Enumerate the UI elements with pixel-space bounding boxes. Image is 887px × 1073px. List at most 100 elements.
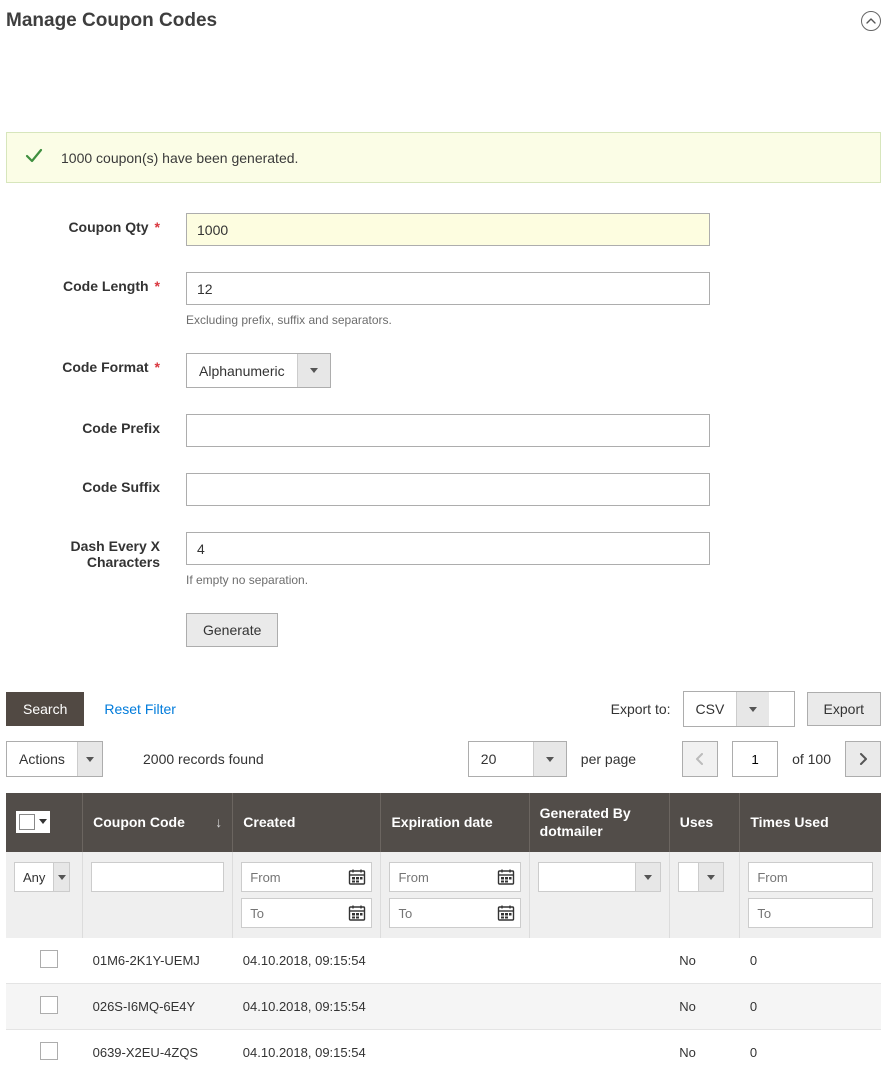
- table-row[interactable]: 026S-I6MQ-6E4Y 04.10.2018, 09:15:54 No 0: [6, 984, 881, 1030]
- collapse-section-button[interactable]: [861, 11, 881, 31]
- code-format-dropdown-button[interactable]: [297, 354, 330, 387]
- filter-uses-value: [679, 863, 698, 891]
- row-checkbox[interactable]: [40, 996, 58, 1014]
- actions-select[interactable]: Actions: [6, 741, 103, 777]
- calendar-icon[interactable]: [348, 904, 366, 922]
- cell-expiration: [381, 1030, 529, 1073]
- cell-times-used: 0: [740, 1030, 881, 1073]
- code-length-input[interactable]: [186, 272, 710, 305]
- total-pages-label: of 100: [792, 751, 831, 767]
- code-prefix-label: Code Prefix: [6, 414, 160, 436]
- col-header-coupon-code[interactable]: Coupon Code↓: [83, 793, 233, 852]
- cell-uses: No: [669, 984, 740, 1030]
- export-to-label: Export to:: [611, 701, 671, 717]
- col-header-generated-by[interactable]: Generated By dotmailer: [529, 793, 669, 852]
- cell-generated-by: [529, 938, 669, 984]
- filter-generatedby-select[interactable]: [538, 862, 661, 892]
- chevron-down-icon: [58, 875, 66, 880]
- calendar-icon[interactable]: [348, 868, 366, 886]
- chevron-down-icon: [310, 368, 318, 373]
- export-button[interactable]: Export: [807, 692, 881, 726]
- row-checkbox[interactable]: [40, 1042, 58, 1060]
- row-checkbox[interactable]: [40, 950, 58, 968]
- dash-every-helper: If empty no separation.: [186, 573, 710, 587]
- code-format-select[interactable]: Alphanumeric: [186, 353, 331, 388]
- chevron-down-icon: [749, 707, 757, 712]
- cell-generated-by: [529, 1030, 669, 1073]
- cell-code: 0639-X2EU-4ZQS: [83, 1030, 233, 1073]
- cell-created: 04.10.2018, 09:15:54: [233, 938, 381, 984]
- dash-every-input[interactable]: [186, 532, 710, 565]
- code-format-label: Code Format*: [6, 353, 160, 375]
- cell-generated-by: [529, 984, 669, 1030]
- chevron-down-icon: [546, 757, 554, 762]
- chevron-right-icon: [858, 753, 868, 765]
- search-button[interactable]: Search: [6, 692, 84, 726]
- cell-created: 04.10.2018, 09:15:54: [233, 984, 381, 1030]
- per-page-value: 20: [469, 742, 533, 776]
- cell-times-used: 0: [740, 984, 881, 1030]
- reset-filter-link[interactable]: Reset Filter: [104, 701, 176, 717]
- code-format-value: Alphanumeric: [187, 354, 297, 387]
- filter-timesused-from[interactable]: [748, 862, 873, 892]
- col-header-expiration[interactable]: Expiration date: [381, 793, 529, 852]
- filter-any-dropdown-button[interactable]: [53, 863, 69, 891]
- per-page-select[interactable]: 20: [468, 741, 567, 777]
- chevron-left-icon: [695, 753, 705, 765]
- sort-down-icon: ↓: [215, 814, 222, 832]
- records-found: 2000 records found: [143, 751, 264, 767]
- page-title: Manage Coupon Codes: [6, 10, 217, 32]
- code-suffix-label: Code Suffix: [6, 473, 160, 495]
- cell-code: 01M6-2K1Y-UEMJ: [83, 938, 233, 984]
- checkmark-icon: [25, 147, 43, 168]
- table-row[interactable]: 01M6-2K1Y-UEMJ 04.10.2018, 09:15:54 No 0: [6, 938, 881, 984]
- code-length-helper: Excluding prefix, suffix and separators.: [186, 313, 710, 327]
- cell-times-used: 0: [740, 938, 881, 984]
- select-all-dropdown[interactable]: [37, 819, 49, 824]
- table-row[interactable]: 0639-X2EU-4ZQS 04.10.2018, 09:15:54 No 0: [6, 1030, 881, 1073]
- col-header-uses[interactable]: Uses: [669, 793, 740, 852]
- filter-timesused-to[interactable]: [748, 898, 873, 928]
- code-length-label: Code Length*: [6, 272, 160, 294]
- code-suffix-input[interactable]: [186, 473, 710, 506]
- select-all-combo[interactable]: [16, 811, 50, 833]
- col-header-select[interactable]: [6, 793, 83, 852]
- cell-expiration: [381, 938, 529, 984]
- chevron-down-icon: [39, 819, 47, 824]
- actions-value: Actions: [7, 742, 77, 776]
- chevron-up-icon: [866, 16, 876, 26]
- prev-page-button[interactable]: [682, 741, 718, 777]
- export-format-value: CSV: [684, 692, 737, 726]
- per-page-dropdown-button[interactable]: [533, 742, 566, 776]
- filter-generatedby-dropdown-button[interactable]: [635, 863, 660, 891]
- code-prefix-input[interactable]: [186, 414, 710, 447]
- calendar-icon[interactable]: [497, 904, 515, 922]
- generate-button[interactable]: Generate: [186, 613, 278, 647]
- per-page-label: per page: [581, 751, 636, 767]
- chevron-down-icon: [644, 875, 652, 880]
- filter-select-any[interactable]: Any: [14, 862, 70, 892]
- cell-uses: No: [669, 938, 740, 984]
- dash-every-label: Dash Every X Characters: [6, 532, 160, 570]
- chevron-down-icon: [86, 757, 94, 762]
- filter-any-value: Any: [15, 863, 53, 891]
- cell-code: 026S-I6MQ-6E4Y: [83, 984, 233, 1030]
- filter-row: Any: [6, 852, 881, 938]
- current-page-input[interactable]: [732, 741, 778, 777]
- cell-expiration: [381, 984, 529, 1030]
- select-all-checkbox[interactable]: [19, 814, 35, 830]
- calendar-icon[interactable]: [497, 868, 515, 886]
- filter-uses-dropdown-button[interactable]: [698, 863, 723, 891]
- export-format-dropdown-button[interactable]: [736, 692, 769, 726]
- col-header-times-used[interactable]: Times Used: [740, 793, 881, 852]
- filter-uses-select[interactable]: [678, 862, 724, 892]
- coupon-qty-input[interactable]: [186, 213, 710, 246]
- actions-dropdown-button[interactable]: [77, 742, 102, 776]
- next-page-button[interactable]: [845, 741, 881, 777]
- filter-generatedby-value: [539, 863, 635, 891]
- export-format-select[interactable]: CSV: [683, 691, 795, 727]
- col-header-created[interactable]: Created: [233, 793, 381, 852]
- cell-created: 04.10.2018, 09:15:54: [233, 1030, 381, 1073]
- filter-code-input[interactable]: [91, 862, 224, 892]
- coupon-qty-label: Coupon Qty*: [6, 213, 160, 235]
